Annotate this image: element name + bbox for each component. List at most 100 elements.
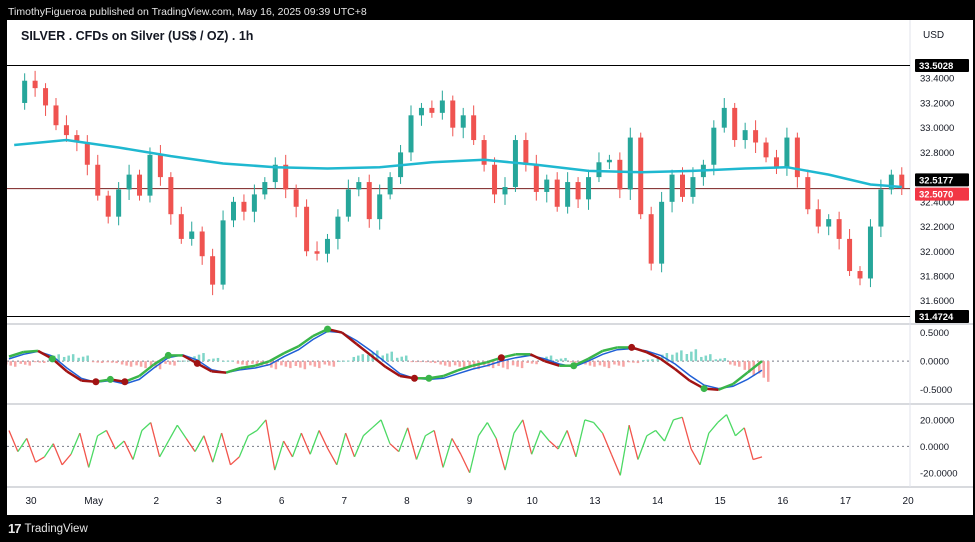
- osc-line-segment: [220, 432, 232, 465]
- osc-line-segment: [176, 424, 187, 439]
- macd-histogram-bar: [569, 361, 573, 363]
- macd-histogram-bar: [685, 354, 689, 362]
- candle-body: [794, 137, 800, 178]
- candle-body: [178, 214, 184, 239]
- x-tick-label: 30: [25, 496, 37, 507]
- candle-body: [137, 174, 143, 196]
- candle-body: [429, 107, 435, 113]
- macd-histogram-bar: [110, 361, 114, 363]
- candle-body: [753, 130, 759, 143]
- macd-histogram-bar: [448, 361, 451, 367]
- macd-histogram-bar: [42, 361, 46, 363]
- macd-histogram-bar: [67, 355, 70, 362]
- macd-histogram-bar: [115, 361, 118, 364]
- macd-cross-dot: [410, 374, 418, 382]
- osc-line-segment: [336, 432, 347, 465]
- macd-histogram-bar: [632, 361, 635, 363]
- candle-body: [220, 220, 226, 285]
- candle-body: [377, 194, 383, 220]
- macd-histogram-bar: [299, 361, 302, 368]
- candle-body: [596, 162, 602, 178]
- x-tick-label: 6: [279, 496, 285, 507]
- price-tick-label: 32.2000: [920, 222, 954, 233]
- osc-line-segment: [619, 425, 630, 476]
- macd-histogram-bar: [642, 359, 645, 362]
- macd-histogram-bar: [607, 361, 611, 369]
- macd-histogram-bar: [7, 361, 8, 365]
- candle-body: [471, 115, 477, 141]
- macd-histogram-bar: [28, 361, 31, 366]
- macd-histogram-bar: [212, 358, 215, 362]
- candle-body: [22, 80, 28, 103]
- macd-signal-segment: [341, 331, 358, 345]
- macd-histogram-bar: [622, 361, 625, 367]
- osc-line-segment: [743, 427, 754, 460]
- candle-body: [95, 164, 101, 196]
- macd-tick-label: 0.5000: [920, 328, 949, 339]
- candle-body: [126, 174, 132, 190]
- candle-body: [210, 256, 216, 285]
- macd-histogram-bar: [231, 360, 234, 362]
- macd-histogram-bar: [535, 361, 538, 365]
- price-tick-label: 33.4000: [920, 74, 954, 85]
- chart-svg[interactable]: SILVER . CFDs on Silver (US$ / OZ) . 1h U…: [7, 20, 973, 515]
- macd-histogram-bar: [202, 353, 205, 362]
- macd-histogram-bar: [367, 354, 370, 362]
- osc-line-segment: [655, 430, 666, 442]
- macd-histogram-bar: [173, 361, 176, 366]
- candle-body: [53, 105, 59, 126]
- candle-body: [251, 194, 257, 212]
- candle-body: [262, 182, 268, 195]
- macd-histogram-bar: [294, 361, 298, 367]
- osc-line-segment: [17, 438, 28, 452]
- macd-signal-segment: [211, 370, 227, 374]
- macd-histogram-bar: [129, 361, 133, 367]
- osc-line-segment: [309, 430, 320, 455]
- candle-body: [627, 137, 633, 190]
- macd-histogram-bar: [23, 361, 27, 365]
- osc-line-segment: [433, 430, 444, 468]
- candle-body: [147, 154, 153, 196]
- macd-histogram-bar: [357, 355, 360, 362]
- osc-line-segment: [442, 438, 453, 468]
- last-price-label: 32.5070: [919, 190, 953, 201]
- candle-body: [721, 107, 727, 128]
- macd-histogram-bar: [501, 361, 505, 368]
- macd-histogram-bar: [671, 354, 674, 362]
- osc-line-segment: [486, 422, 497, 439]
- candle-body: [617, 159, 623, 190]
- x-tick-label: May: [84, 496, 103, 507]
- osc-line-segment: [407, 427, 418, 460]
- candle-body: [732, 107, 738, 141]
- macd-histogram-bar: [738, 361, 741, 367]
- osc-line-segment: [362, 427, 373, 437]
- osc-line-segment: [345, 432, 356, 458]
- candle-body: [492, 164, 498, 195]
- osc-line-segment: [531, 430, 542, 455]
- macd-histogram-bar: [694, 349, 698, 362]
- osc-line-segment: [327, 448, 338, 466]
- chart-area[interactable]: SILVER . CFDs on Silver (US$ / OZ) . 1h U…: [7, 20, 973, 515]
- osc-line-segment: [646, 429, 657, 437]
- macd-histogram-bar: [120, 361, 124, 365]
- macd-histogram-bar: [77, 357, 80, 362]
- osc-line-segment: [725, 414, 737, 437]
- osc-line-segment: [389, 443, 400, 453]
- macd-histogram-bar: [96, 361, 99, 363]
- macd-histogram-bar: [245, 361, 249, 366]
- candle-body: [345, 189, 351, 217]
- footer-brand[interactable]: TradingView: [24, 520, 87, 538]
- macd-signal-segment: [283, 345, 300, 355]
- osc-line-segment: [717, 414, 727, 424]
- macd-histogram-bar: [443, 361, 447, 366]
- osc-line-segment: [35, 456, 45, 463]
- macd-histogram-bar: [86, 355, 89, 362]
- macd-histogram-bar: [251, 361, 254, 364]
- macd-histogram-bar: [9, 361, 12, 366]
- macd-histogram-bar: [280, 361, 283, 366]
- tradingview-logo-icon: 17: [8, 521, 22, 536]
- candle-body: [366, 182, 372, 220]
- candle-body: [847, 238, 853, 272]
- x-tick-label: 15: [715, 496, 727, 507]
- osc-line-segment: [52, 443, 63, 466]
